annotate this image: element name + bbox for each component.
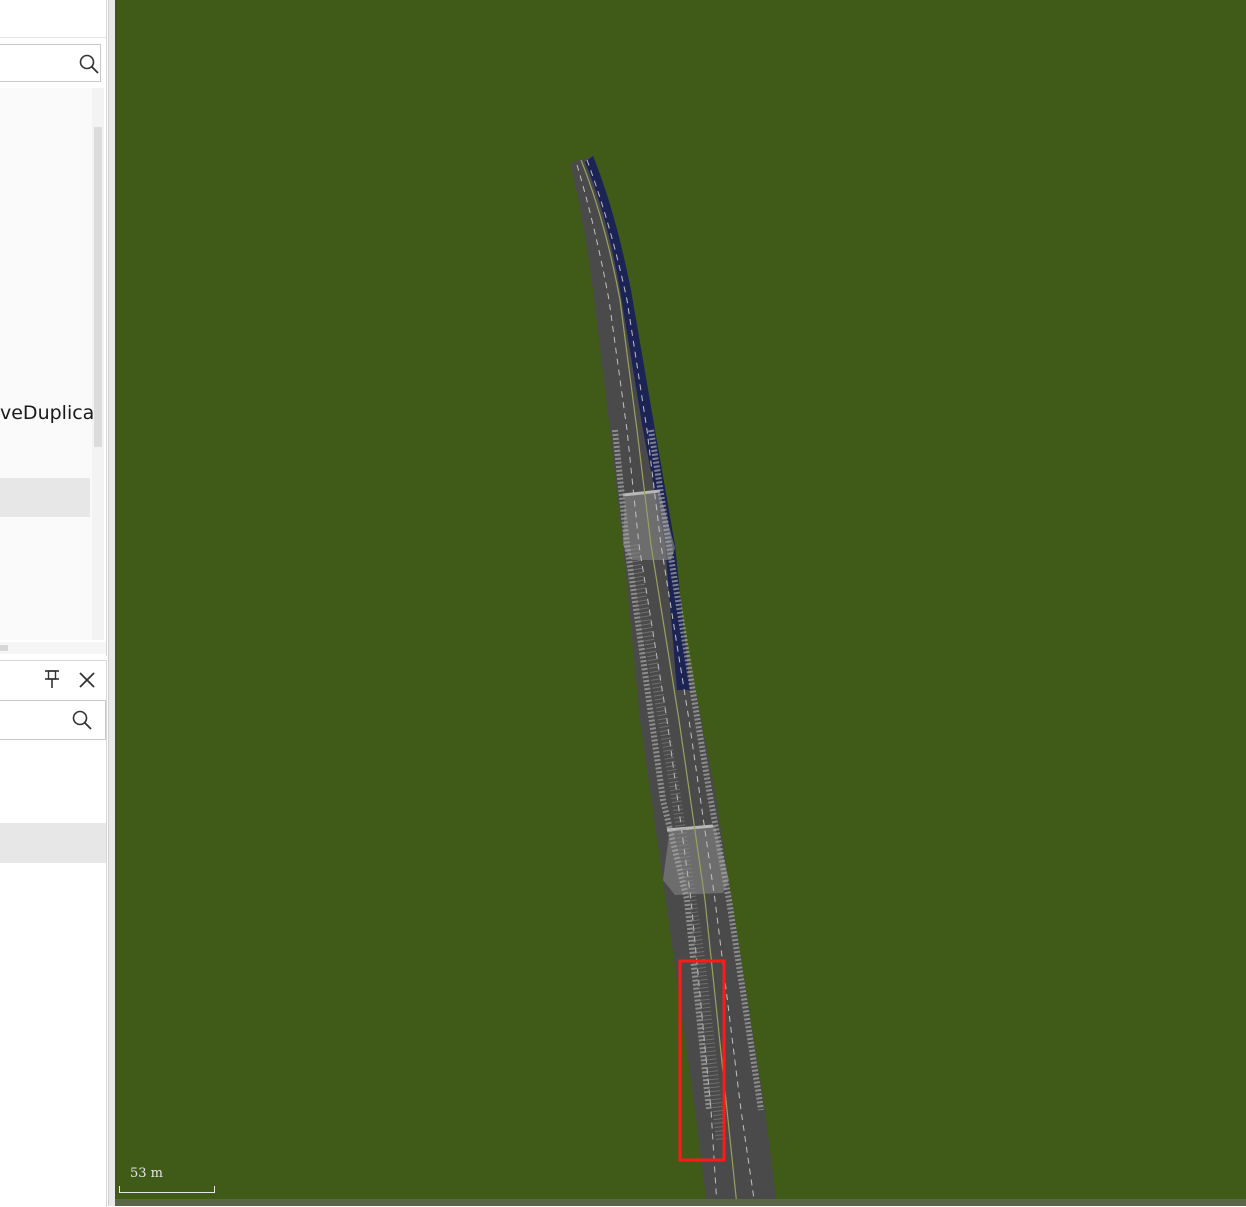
selected-list-row[interactable]: [0, 478, 90, 517]
search-icon[interactable]: [71, 709, 93, 735]
item-list[interactable]: [0, 88, 104, 640]
horizontal-scrollbar-thumb[interactable]: [0, 645, 8, 651]
map-viewport[interactable]: 53 m: [115, 0, 1246, 1206]
selected-list-row[interactable]: [0, 823, 106, 863]
search-icon[interactable]: [78, 53, 100, 79]
search-input-secondary[interactable]: [0, 700, 106, 740]
pin-icon[interactable]: [42, 669, 62, 693]
horizontal-scrollbar[interactable]: [0, 642, 106, 654]
scale-bar: [119, 1186, 215, 1193]
panel-header-divider: [0, 37, 106, 38]
explorer-panel: veDuplica: [0, 0, 107, 656]
search-input[interactable]: [0, 44, 101, 82]
left-dock: veDuplica: [0, 0, 108, 1207]
scale-label: 53 m: [130, 1166, 164, 1181]
list-item[interactable]: veDuplica: [0, 402, 94, 424]
status-bar: [115, 1199, 1246, 1206]
secondary-panel: [0, 660, 107, 1207]
panel-splitter[interactable]: [108, 0, 115, 1206]
road-scene[interactable]: [115, 0, 1246, 1206]
close-icon[interactable]: [77, 670, 97, 694]
road-surface: [570, 156, 777, 1206]
vertical-scrollbar-thumb[interactable]: [94, 127, 102, 447]
